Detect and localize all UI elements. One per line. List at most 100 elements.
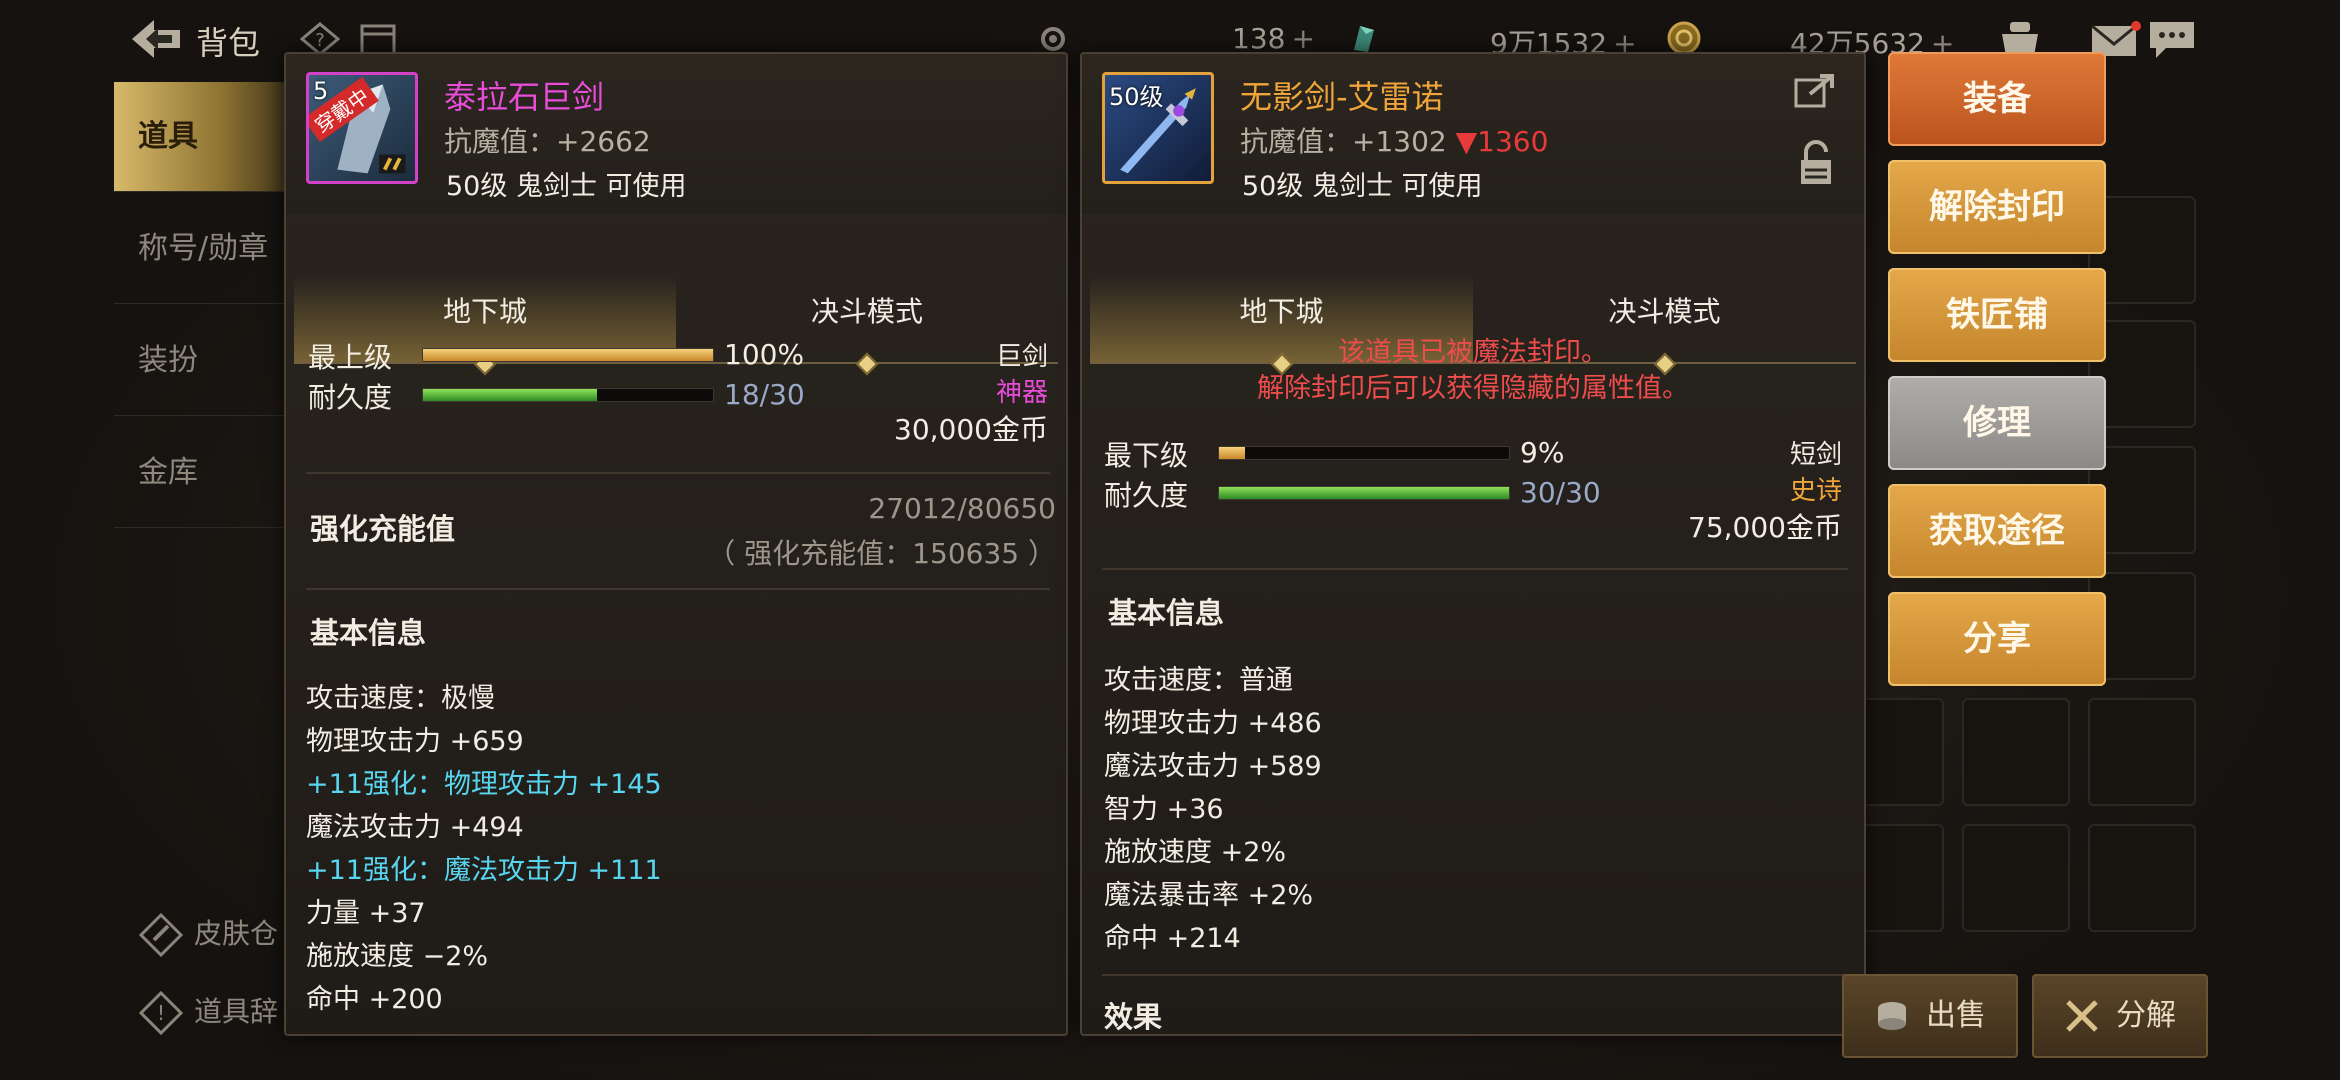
tab-dungeon-label: 地下城 [442, 295, 527, 328]
weapon-type: 短剑 [1789, 440, 1842, 470]
magic-resist-value: 抗魔值：+1302 [1240, 125, 1447, 158]
stat-line: 魔法攻击力 +494 [306, 812, 524, 843]
divider [1102, 974, 1848, 976]
stat-line: 魔法暴击率 +2% [1104, 880, 1314, 911]
basic-info-title: 基本信息 [310, 616, 427, 650]
repair-button[interactable]: 修理 [1888, 376, 2106, 470]
effect-title: 效果 [1104, 1000, 1163, 1034]
item-requirement: 50级 鬼剑士 可使用 [446, 171, 687, 202]
grade-bar-fill [423, 349, 713, 361]
disassemble-icon [2062, 996, 2102, 1036]
basic-info-title: 基本信息 [1108, 596, 1225, 630]
selected-item-tooltip: 50级 无影剑-艾雷诺 抗魔值：+1302 ▼1360 50级 鬼剑士 可使用 … [1080, 52, 1866, 1036]
item-dictionary-link[interactable]: ! 道具辞 [138, 990, 278, 1036]
currency-1-amount: 138 [1232, 22, 1286, 55]
charge-title: 强化充能值 [310, 512, 456, 546]
stat-line: 施放速度 +2% [1104, 837, 1287, 868]
durability-bar-fill [423, 389, 597, 401]
blacksmith-button[interactable]: 铁匠铺 [1888, 268, 2106, 362]
sealed-notice-line2: 解除封印后可以获得隐藏的属性值。 [1257, 373, 1689, 404]
inventory-slot[interactable] [1962, 824, 2070, 932]
currency-1-plus[interactable]: + [1291, 22, 1314, 55]
stat-line: 施放速度 −2% [306, 941, 489, 972]
item-level-badge: 50级 [1109, 83, 1164, 111]
grade-label: 最上级 [308, 341, 393, 374]
item-price: 75,000金币 [1688, 511, 1842, 544]
item-dictionary-label: 道具辞 [194, 995, 279, 1028]
chat-icon[interactable] [2146, 18, 2198, 60]
coins-icon [1872, 996, 1912, 1036]
stat-line: 力量 +37 [306, 898, 426, 929]
inventory-slot[interactable] [2088, 824, 2196, 932]
grade-bar [422, 348, 714, 362]
gear-icon[interactable] [1036, 22, 1070, 56]
magic-resist-diff: ▼1360 [1455, 125, 1549, 158]
page-title: 背包 [196, 24, 261, 62]
equip-button[interactable]: 装备 [1888, 52, 2106, 146]
durability-value: 30/30 [1520, 476, 1601, 509]
skin-storage-icon [138, 912, 184, 958]
skin-storage-label: 皮肤仓 [194, 917, 279, 950]
svg-text:!: ! [157, 1001, 165, 1025]
item-name: 泰拉石巨剑 [444, 78, 605, 116]
stat-line: 物理攻击力 +486 [1104, 708, 1322, 739]
sidebar-item-vault[interactable]: 金库 [114, 418, 294, 528]
item-dictionary-icon: ! [138, 990, 184, 1036]
stat-line: 攻击速度：极慢 [306, 683, 495, 714]
disassemble-label: 分解 [2116, 998, 2176, 1033]
stat-line: 物理攻击力 +659 [306, 726, 524, 757]
share-button[interactable]: 分享 [1888, 592, 2106, 686]
divider [306, 588, 1050, 590]
weapon-type: 巨剑 [995, 342, 1048, 372]
help-icon[interactable]: ? [300, 22, 340, 56]
gem-icon [1346, 20, 1380, 56]
share-icon[interactable] [1792, 70, 1838, 110]
sidebar-item-avatar[interactable]: 装扮 [114, 306, 294, 416]
item-price: 30,000金币 [894, 413, 1048, 446]
tab-dungeon-label: 地下城 [1239, 295, 1324, 328]
tab-diamond-icon [855, 352, 879, 376]
obtain-source-button[interactable]: 获取途径 [1888, 484, 2106, 578]
stat-line-enhance: +11强化：物理攻击力 +145 [306, 769, 662, 800]
durability-bar [422, 388, 714, 402]
durability-value: 18/30 [724, 378, 805, 411]
item-requirement: 50级 鬼剑士 可使用 [1242, 171, 1483, 202]
tab-pvp-label: 决斗模式 [1608, 295, 1721, 328]
charge-value: 27012/80650 [868, 492, 1056, 525]
stat-line: 命中 +214 [1104, 923, 1241, 954]
sell-button[interactable]: 出售 [1842, 974, 2018, 1058]
durability-bar [1218, 486, 1510, 500]
divider [306, 472, 1050, 474]
inventory-slot[interactable] [2088, 698, 2196, 806]
grade-percent: 9% [1520, 436, 1565, 469]
item-name: 无影剑-艾雷诺 [1240, 78, 1444, 116]
grade-bar-fill [1219, 447, 1246, 459]
durability-bar-fill [1219, 487, 1509, 499]
sell-label: 出售 [1926, 998, 1986, 1033]
durability-label: 耐久度 [1104, 479, 1189, 512]
gold-coin-icon [1666, 20, 1702, 56]
unseal-button[interactable]: 解除封印 [1888, 160, 2106, 254]
item-magic-resist: 抗魔值：+2662 [444, 125, 651, 158]
item-magic-resist: 抗魔值：+1302 ▼1360 [1240, 120, 1548, 160]
disassemble-button[interactable]: 分解 [2032, 974, 2208, 1058]
stat-line: 攻击速度：普通 [1104, 665, 1293, 696]
sealed-notice-line1: 该道具已被魔法封印。 [1338, 337, 1608, 368]
grade-percent: 100% [724, 338, 805, 371]
tab-pvp-label: 决斗模式 [810, 295, 923, 328]
inventory-slot[interactable] [1962, 698, 2070, 806]
unlock-icon[interactable] [1798, 140, 1834, 188]
currency-1[interactable]: 138 + [1232, 22, 1315, 55]
svg-text:?: ? [315, 30, 325, 51]
durability-label: 耐久度 [308, 381, 393, 414]
skin-storage-link[interactable]: 皮肤仓 [138, 912, 278, 958]
back-arrow-icon[interactable] [128, 16, 184, 62]
sidebar-item-items[interactable]: 道具 [114, 82, 294, 192]
equipped-item-tooltip: 5 穿戴中 泰拉石巨剑 抗魔值：+2662 50级 鬼剑士 可使用 地下城 决斗… [284, 52, 1068, 1036]
stat-line: 魔法攻击力 +589 [1104, 751, 1322, 782]
grade-label: 最下级 [1104, 439, 1189, 472]
stat-line-enhance: +11强化：魔法攻击力 +111 [306, 855, 662, 886]
sidebar-item-titles[interactable]: 称号/勋章 [114, 194, 294, 304]
item-rarity: 神器 [995, 378, 1048, 408]
divider [1102, 568, 1848, 570]
